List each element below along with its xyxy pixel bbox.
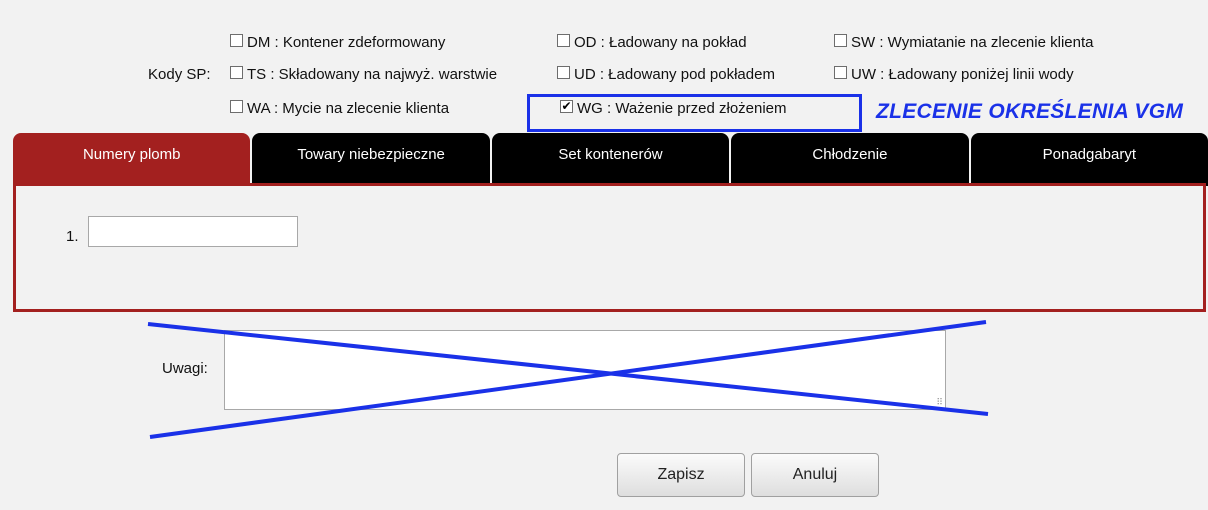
remarks-label: Uwagi: [162,360,208,377]
checkbox-uw[interactable]: UW : Ładowany poniżej linii wody [834,66,1074,83]
checkbox-box[interactable] [557,34,570,47]
checkbox-box[interactable] [834,66,847,79]
checkbox-box[interactable] [834,34,847,47]
seal-numbers-panel: 1. [13,183,1206,312]
tab-chlodzenie[interactable]: Chłodzenie [731,133,969,186]
checkbox-label: TS : Składowany na najwyż. warstwie [247,66,498,83]
checkbox-label: WA : Mycie na zlecenie klienta [247,100,450,117]
checkbox-ts[interactable]: TS : Składowany na najwyż. warstwie [230,66,497,83]
checkbox-dm[interactable]: DM : Kontener zdeformowany [230,34,445,51]
checkbox-od[interactable]: OD : Ładowany na pokład [557,34,747,51]
checkbox-box[interactable] [557,66,570,79]
seal-number-input[interactable] [88,216,298,247]
vgm-annotation: ZLECENIE OKREŚLENIA VGM [876,100,1184,123]
cancel-button[interactable]: Anuluj [751,453,879,497]
resize-grip-icon[interactable]: ⠿ [936,398,943,407]
checkbox-box[interactable] [230,34,243,47]
checkbox-ud[interactable]: UD : Ładowany pod pokładem [557,66,775,83]
checkbox-box[interactable] [230,66,243,79]
checkbox-label: OD : Ładowany na pokład [574,34,747,51]
tab-ponadgabaryt[interactable]: Ponadgabaryt [970,133,1208,186]
seal-row-number: 1. [66,228,79,245]
checkbox-label: UD : Ładowany pod pokładem [574,66,775,83]
tab-towary-niebezpieczne[interactable]: Towary niebezpieczne [252,133,490,186]
tab-numery-plomb[interactable]: Numery plomb [13,133,251,186]
tab-set-kontenerow[interactable]: Set kontenerów [491,133,730,186]
checkbox-sw[interactable]: SW : Wymiatanie na zlecenie klienta [834,34,1093,51]
sp-codes-label: Kody SP: [148,66,211,83]
wg-highlight-box [527,94,862,132]
checkbox-label: UW : Ładowany poniżej linii wody [851,66,1074,83]
checkbox-box[interactable] [230,100,243,113]
checkbox-label: SW : Wymiatanie na zlecenie klienta [851,34,1094,51]
tab-bar: Numery plomb Towary niebezpieczne Set ko… [13,133,1208,186]
checkbox-label: DM : Kontener zdeformowany [247,34,446,51]
save-button[interactable]: Zapisz [617,453,745,497]
checkbox-wa[interactable]: WA : Mycie na zlecenie klienta [230,100,449,117]
remarks-textarea[interactable]: ⠿ [224,330,946,410]
